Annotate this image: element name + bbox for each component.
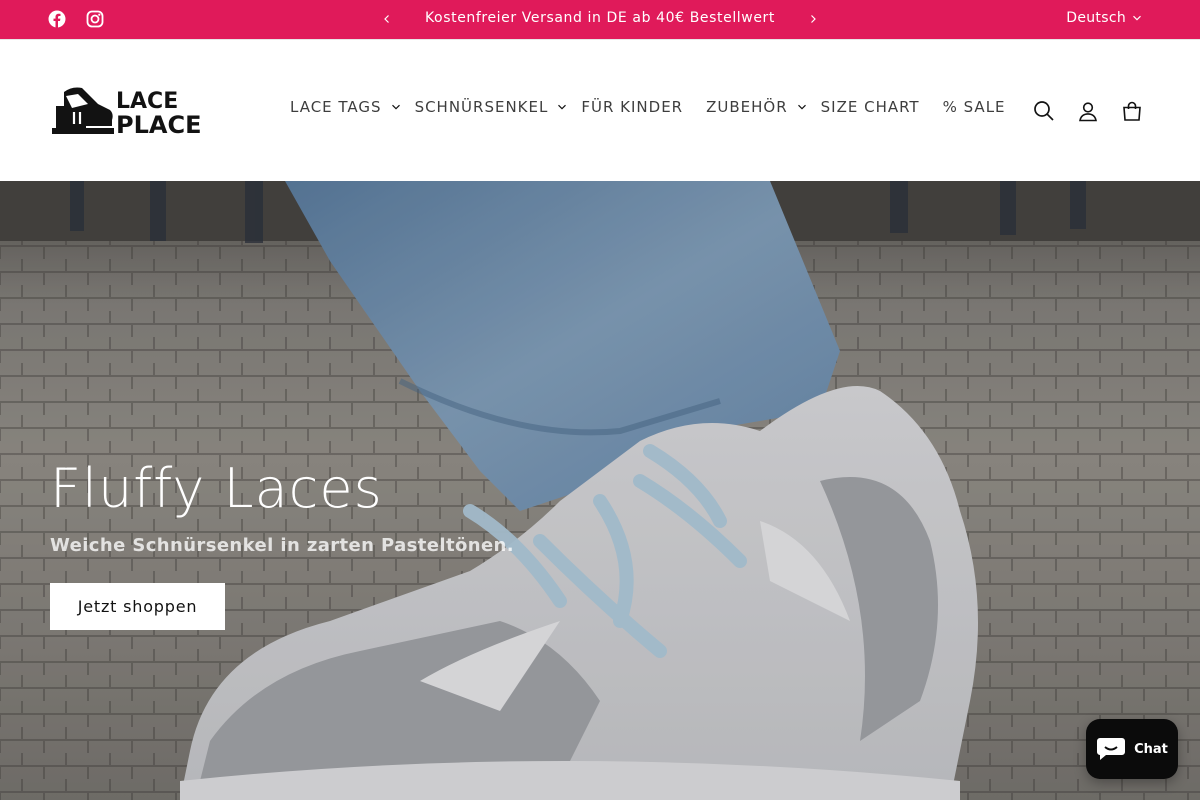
logo-line2: PLACE xyxy=(116,111,201,136)
chevron-down-icon xyxy=(557,102,567,112)
nav-item-label: ZUBEHÖR xyxy=(706,98,788,116)
site-header: LACE PLACE LACE TAGS SCHNÜRSENKEL FÜR KI… xyxy=(0,39,1200,181)
hero-banner: Fluffy Laces Weiche Schnürsenkel in zart… xyxy=(0,181,1200,800)
nav-item-schnuersenkel[interactable]: SCHNÜRSENKEL xyxy=(415,98,582,116)
chat-label: Chat xyxy=(1134,741,1168,757)
chevron-down-icon xyxy=(797,102,807,112)
nav-item-label: LACE TAGS xyxy=(290,98,382,116)
language-label: Deutsch xyxy=(1066,10,1126,26)
announcement-next-button[interactable] xyxy=(804,10,822,28)
announcement-text: Kostenfreier Versand in DE ab 40€ Bestel… xyxy=(424,10,776,26)
chat-icon xyxy=(1097,738,1126,760)
facebook-icon[interactable] xyxy=(47,9,67,29)
nav-item-lace-tags[interactable]: LACE TAGS xyxy=(290,98,415,116)
nav-item-label: SCHNÜRSENKEL xyxy=(414,98,549,116)
announcement-bar: Kostenfreier Versand in DE ab 40€ Bestel… xyxy=(0,0,1200,39)
nav-item-zubehoer[interactable]: ZUBEHÖR xyxy=(706,98,821,116)
instagram-icon[interactable] xyxy=(85,9,105,29)
hero-title: Fluffy Laces xyxy=(50,457,383,520)
main-nav: LACE TAGS SCHNÜRSENKEL FÜR KINDER ZUBEHÖ… xyxy=(290,98,1029,116)
announcement-prev-button[interactable] xyxy=(378,10,396,28)
nav-item-label: SIZE CHART xyxy=(820,98,920,116)
chevron-down-icon xyxy=(391,102,401,112)
shop-now-button[interactable]: Jetzt shoppen xyxy=(50,583,225,630)
chevron-down-icon xyxy=(1133,15,1141,21)
nav-item-label: % SALE xyxy=(942,98,1006,116)
cart-icon[interactable] xyxy=(1120,99,1144,123)
hero-subtitle: Weiche Schnürsenkel in zarten Pasteltöne… xyxy=(50,535,515,556)
language-selector[interactable]: Deutsch xyxy=(1066,10,1142,26)
nav-item-size-chart[interactable]: SIZE CHART xyxy=(821,98,920,116)
chat-button[interactable]: Chat xyxy=(1086,719,1178,779)
nav-item-fuer-kinder[interactable]: FÜR KINDER xyxy=(581,98,683,116)
logo[interactable]: LACE PLACE xyxy=(52,84,246,139)
account-icon[interactable] xyxy=(1076,99,1100,123)
search-icon[interactable] xyxy=(1032,99,1056,123)
nav-item-label: FÜR KINDER xyxy=(581,98,684,116)
nav-item-sale[interactable]: % SALE xyxy=(943,98,1006,116)
